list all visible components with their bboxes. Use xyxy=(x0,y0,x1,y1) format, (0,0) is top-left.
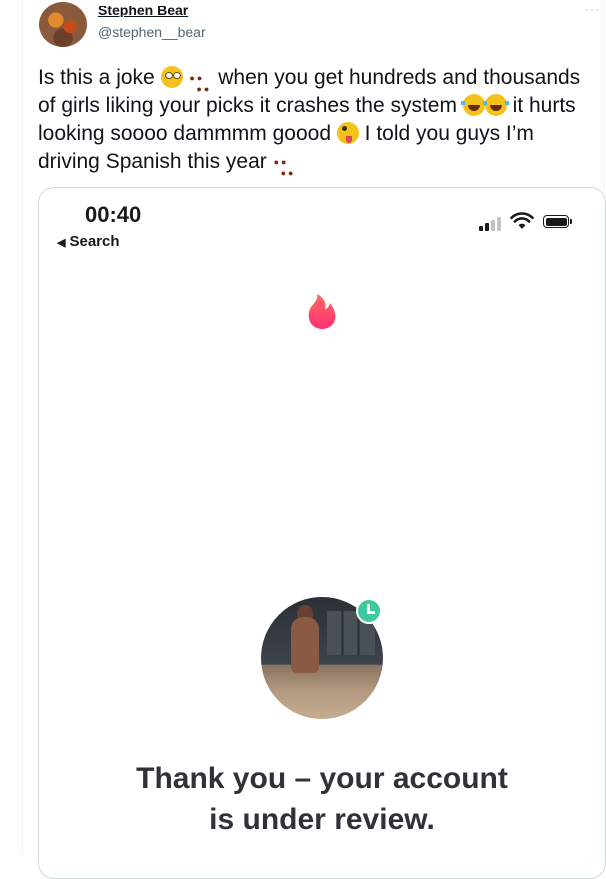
review-message-line-1: Thank you – your account xyxy=(136,762,508,795)
review-message-line-2: is under review. xyxy=(209,803,435,836)
paw-prints-icon xyxy=(273,148,297,187)
author-handle[interactable]: @stephen__bear xyxy=(98,24,206,40)
back-label: Search xyxy=(69,233,120,250)
timeline-left-border xyxy=(22,0,23,854)
zany-face-icon xyxy=(336,122,359,144)
wifi-icon xyxy=(510,212,534,229)
back-arrow-icon: ◀ xyxy=(57,237,66,249)
author-avatar[interactable] xyxy=(39,2,87,47)
paw-prints-icon xyxy=(188,64,212,103)
face-with-rolling-eyes-icon xyxy=(160,66,183,88)
author-display-name[interactable]: Stephen Bear xyxy=(98,6,188,17)
attached-screenshot[interactable]: 00:40 ◀ Search Thank you – your account i… xyxy=(38,187,606,879)
tweet-text: Is this a joke when you get hundreds and… xyxy=(38,64,598,187)
review-message: Thank you – your account is under review… xyxy=(39,758,605,840)
back-to-search-link: ◀ Search xyxy=(57,233,120,250)
status-bar-time: 00:40 xyxy=(85,202,142,227)
tinder-flame-icon xyxy=(308,294,336,329)
face-with-tears-of-joy-icon xyxy=(482,94,509,116)
pending-clock-icon xyxy=(356,598,382,624)
tweet-text-part-1: Is this a joke xyxy=(38,66,161,89)
battery-icon xyxy=(543,215,573,230)
cellular-signal-icon xyxy=(479,215,503,231)
more-options-icon[interactable]: ··· xyxy=(585,2,600,16)
face-with-tears-of-joy-icon xyxy=(460,94,487,116)
